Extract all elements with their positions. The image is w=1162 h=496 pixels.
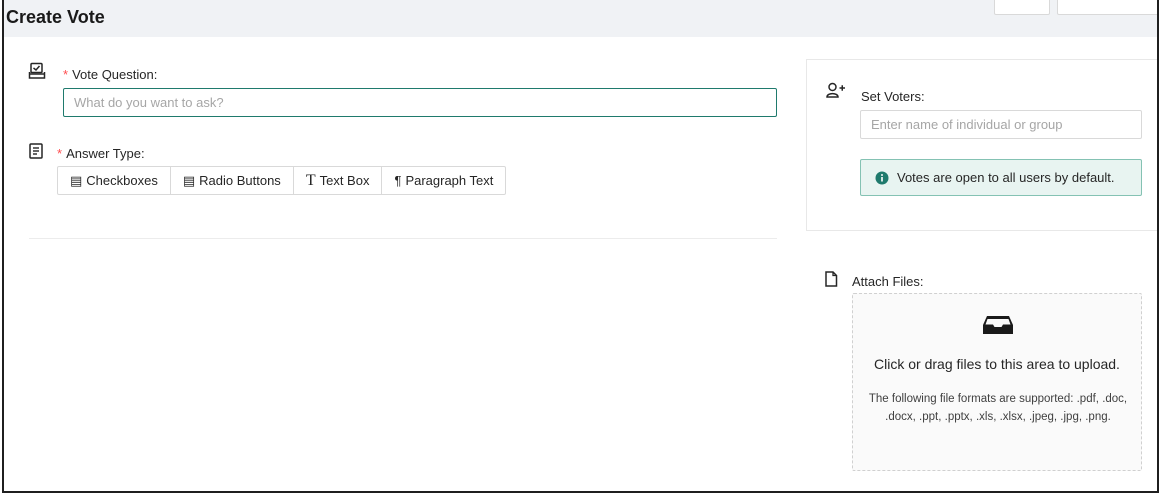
text-t-icon: T bbox=[305, 171, 316, 189]
answer-type-radio-buttons[interactable]: ▤ Radio Buttons bbox=[171, 167, 294, 194]
list-icon: ▤ bbox=[182, 172, 196, 188]
answer-type-checkboxes[interactable]: ▤ Checkboxes bbox=[58, 167, 171, 194]
voters-info-text: Votes are open to all users by default. bbox=[897, 170, 1115, 185]
vote-question-input[interactable] bbox=[63, 88, 777, 117]
required-mark: * bbox=[63, 67, 69, 82]
dropzone-hint: The following file formats are supported… bbox=[868, 393, 1128, 423]
add-user-icon bbox=[826, 82, 845, 98]
page-title: Create Vote bbox=[6, 7, 105, 27]
inbox-icon bbox=[983, 316, 1013, 334]
answer-type-text-box[interactable]: T Text Box bbox=[294, 167, 383, 194]
vote-box-icon bbox=[28, 62, 46, 79]
create-vote-window: Create Vote *Vote Question: *Answer Type… bbox=[2, 0, 1159, 493]
list-icon: ▤ bbox=[70, 172, 83, 188]
answer-type-label: * Answer Type: bbox=[57, 146, 145, 161]
file-icon bbox=[825, 271, 838, 287]
answer-type-paragraph-text[interactable]: ¶ Paragraph Text bbox=[382, 167, 505, 194]
form-list-icon bbox=[29, 143, 43, 159]
header-button-1[interactable] bbox=[994, 0, 1050, 15]
page-header: Create Vote bbox=[4, 0, 1157, 37]
pilcrow-icon: ¶ bbox=[394, 173, 402, 188]
set-voters-label: Set Voters: bbox=[861, 89, 925, 104]
required-mark: * bbox=[57, 146, 63, 161]
dropzone-text: Click or drag files to this area to uplo… bbox=[874, 356, 1120, 372]
answer-type-selector: ▤ Checkboxes ▤ Radio Buttons T Text Box … bbox=[57, 166, 507, 195]
voters-card bbox=[806, 59, 1157, 231]
info-icon bbox=[875, 171, 889, 184]
voters-info-alert: Votes are open to all users by default. bbox=[860, 159, 1142, 196]
vote-question-label: * Vote Question: bbox=[63, 67, 158, 82]
section-divider bbox=[29, 238, 777, 239]
attach-files-label: Attach Files: bbox=[852, 274, 924, 289]
header-button-2[interactable] bbox=[1057, 0, 1157, 15]
file-upload-dropzone[interactable]: Click or drag files to this area to uplo… bbox=[852, 293, 1142, 471]
voters-search-input[interactable] bbox=[860, 110, 1142, 139]
